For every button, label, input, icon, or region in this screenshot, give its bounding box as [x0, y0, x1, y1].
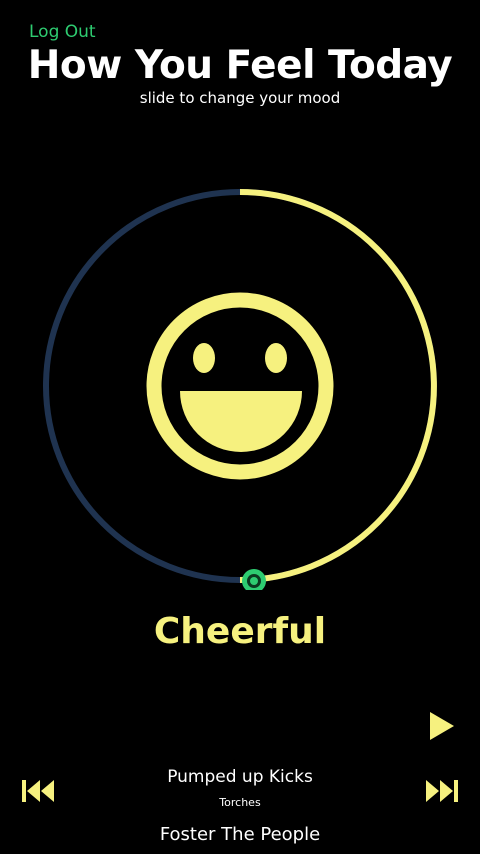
smiley-face-icon — [146, 292, 334, 480]
page-subtitle: slide to change your mood — [139, 89, 341, 107]
play-icon — [430, 712, 454, 740]
dial-slider-handle[interactable] — [242, 569, 266, 590]
dial-progress-arc — [239, 189, 437, 583]
artist-name: Foster The People — [159, 824, 321, 845]
logout-button[interactable]: Log Out — [29, 22, 96, 42]
mood-label: Cheerful — [153, 611, 327, 652]
mood-dial[interactable] — [40, 186, 440, 590]
page-title: How You Feel Today — [27, 43, 453, 88]
play-button[interactable] — [428, 710, 456, 742]
album-name: Torches — [219, 796, 261, 809]
song-title: Pumped up Kicks — [167, 767, 313, 787]
